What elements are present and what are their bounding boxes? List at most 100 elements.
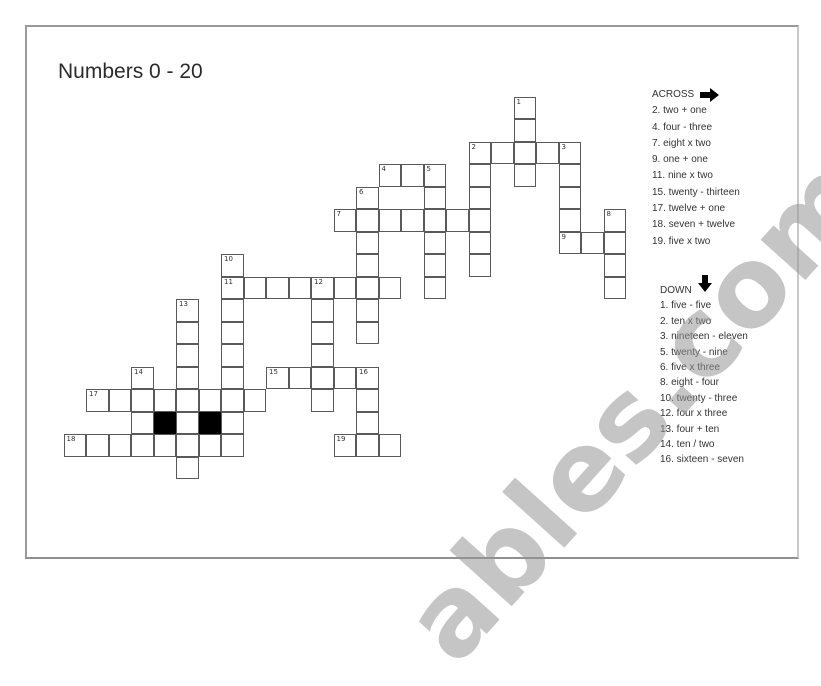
crossword-cell[interactable]: 11 — [221, 276, 244, 299]
crossword-cell[interactable] — [221, 411, 244, 434]
crossword-cell[interactable] — [468, 254, 491, 277]
crossword-cell[interactable] — [131, 389, 154, 412]
crossword-cell[interactable] — [536, 141, 559, 164]
crossword-cell[interactable] — [311, 366, 334, 389]
crossword-cell[interactable]: 7 — [333, 209, 356, 232]
crossword-cell[interactable]: 5 — [423, 164, 446, 187]
crossword-cell[interactable]: 9 — [558, 231, 581, 254]
crossword-cell[interactable] — [356, 254, 379, 277]
crossword-cell[interactable] — [513, 119, 536, 142]
crossword-cell[interactable] — [423, 186, 446, 209]
crossword-cell[interactable] — [423, 276, 446, 299]
crossword-cell[interactable]: 6 — [356, 186, 379, 209]
crossword-cell[interactable] — [356, 231, 379, 254]
crossword-cell[interactable] — [131, 411, 154, 434]
down-clue-6: 6. five x three — [660, 362, 721, 374]
crossword-cell[interactable] — [176, 456, 199, 479]
crossword-cell[interactable] — [356, 209, 379, 232]
crossword-cell[interactable] — [603, 254, 626, 277]
crossword-cell[interactable] — [356, 276, 379, 299]
crossword-cell[interactable] — [198, 434, 221, 457]
crossword-cell[interactable] — [468, 164, 491, 187]
crossword-cell[interactable] — [513, 164, 536, 187]
crossword-cell[interactable] — [378, 276, 401, 299]
crossword-cell[interactable] — [221, 344, 244, 367]
crossword-cell[interactable] — [356, 434, 379, 457]
crossword-cell[interactable]: 17 — [86, 389, 109, 412]
crossword-cell[interactable] — [356, 321, 379, 344]
crossword-cell[interactable] — [153, 389, 176, 412]
crossword-cell[interactable]: 14 — [131, 366, 154, 389]
crossword-cell[interactable] — [356, 411, 379, 434]
crossword-cell[interactable] — [311, 389, 334, 412]
crossword-cell[interactable] — [491, 141, 514, 164]
crossword-cell[interactable]: 12 — [311, 276, 334, 299]
crossword-cell[interactable]: 15 — [266, 366, 289, 389]
crossword-cell[interactable] — [311, 299, 334, 322]
crossword-cell[interactable] — [198, 389, 221, 412]
crossword-cell[interactable] — [86, 434, 109, 457]
cell-number: 5 — [426, 165, 431, 173]
crossword-cell[interactable] — [221, 366, 244, 389]
crossword-cell[interactable] — [221, 299, 244, 322]
crossword-cell[interactable] — [288, 366, 311, 389]
crossword-cell[interactable] — [153, 434, 176, 457]
crossword-cell[interactable] — [266, 276, 289, 299]
crossword-cell[interactable]: 18 — [63, 434, 86, 457]
crossword-cell[interactable]: 8 — [603, 209, 626, 232]
crossword-cell[interactable] — [423, 209, 446, 232]
crossword-cell[interactable] — [468, 231, 491, 254]
crossword-cell[interactable]: 16 — [356, 366, 379, 389]
crossword-cell[interactable]: 10 — [221, 254, 244, 277]
crossword-cell[interactable]: 19 — [333, 434, 356, 457]
crossword-cell[interactable] — [176, 434, 199, 457]
arrow-right-icon — [700, 88, 720, 103]
crossword-cell[interactable] — [356, 299, 379, 322]
crossword-cell[interactable] — [468, 186, 491, 209]
crossword-cell[interactable] — [423, 231, 446, 254]
crossword-cell[interactable] — [378, 434, 401, 457]
crossword-cell[interactable] — [356, 389, 379, 412]
across-heading-label: ACROSS — [652, 89, 695, 100]
crossword-cell[interactable] — [603, 231, 626, 254]
crossword-cell[interactable] — [558, 164, 581, 187]
crossword-cell[interactable]: 1 — [513, 96, 536, 119]
crossword-cell[interactable]: 2 — [468, 141, 491, 164]
crossword-cell[interactable] — [108, 389, 131, 412]
crossword-cell[interactable] — [513, 141, 536, 164]
crossword-cell[interactable] — [378, 209, 401, 232]
crossword-cell[interactable] — [558, 186, 581, 209]
crossword-cell[interactable] — [108, 434, 131, 457]
crossword-cell[interactable] — [603, 276, 626, 299]
crossword-cell[interactable] — [401, 164, 424, 187]
crossword-cell[interactable] — [243, 389, 266, 412]
crossword-cell[interactable] — [446, 209, 469, 232]
crossword-cell[interactable] — [401, 209, 424, 232]
crossword-cell[interactable] — [176, 411, 199, 434]
crossword-cell[interactable] — [176, 366, 199, 389]
crossword-cell[interactable] — [131, 434, 154, 457]
crossword-cell[interactable] — [311, 321, 334, 344]
crossword-cell[interactable] — [221, 389, 244, 412]
crossword-cell[interactable] — [288, 276, 311, 299]
crossword-cell[interactable]: 13 — [176, 299, 199, 322]
down-clue-1: 1. five - five — [660, 300, 712, 312]
crossword-cell[interactable] — [311, 344, 334, 367]
crossword-cell[interactable] — [423, 254, 446, 277]
crossword-cell[interactable] — [581, 231, 604, 254]
crossword-cell[interactable] — [176, 389, 199, 412]
across-clue-11: 11. nine x two — [652, 170, 713, 182]
crossword-cell[interactable] — [243, 276, 266, 299]
across-clue-17: 17. twelve + one — [652, 203, 726, 215]
crossword-cell[interactable]: 4 — [378, 164, 401, 187]
crossword-cell[interactable] — [176, 344, 199, 367]
crossword-cell[interactable] — [221, 434, 244, 457]
crossword-cell[interactable] — [333, 276, 356, 299]
crossword-cell[interactable] — [468, 209, 491, 232]
crossword-cell[interactable] — [176, 321, 199, 344]
crossword-cell[interactable]: 3 — [558, 141, 581, 164]
crossword-cell[interactable] — [221, 321, 244, 344]
cell-number: 12 — [314, 277, 323, 286]
crossword-cell[interactable] — [333, 366, 356, 389]
crossword-cell[interactable] — [558, 209, 581, 232]
